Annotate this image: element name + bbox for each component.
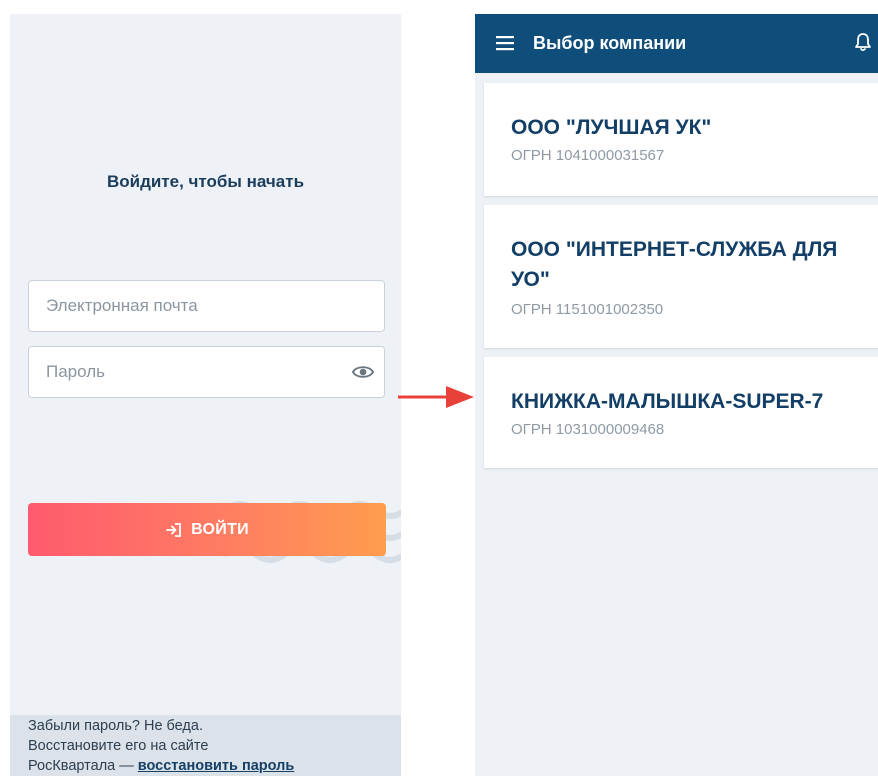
page-title: Выбор компании [533, 33, 687, 53]
login-screen: Войдите, чтобы начать ВОЙТИ Забыли парол… [10, 14, 401, 776]
forgot-line-1: Забыли пароль? Не беда. [28, 718, 203, 734]
company-ogrn: ОГРН 1041000031567 [511, 147, 665, 164]
company-name: КНИЖКА-МАЛЫШКА-SUPER-7 [511, 390, 824, 413]
forgot-line-3-prefix: РосКвартала — [28, 758, 138, 774]
eye-icon[interactable] [352, 362, 374, 382]
forgot-password-notice: Забыли пароль? Не беда. Восстановите его… [10, 715, 401, 776]
company-ogrn: ОГРН 1151001002350 [511, 301, 664, 318]
company-name: ООО "ИНТЕРНЕТ-СЛУЖБА ДЛЯ УО" [511, 238, 838, 291]
login-button[interactable]: ВОЙТИ [28, 503, 386, 556]
forgot-line-3: РосКвартала — восстановить пароль [28, 756, 401, 776]
email-field[interactable] [28, 280, 385, 332]
app-bar: Выбор компании [475, 14, 878, 73]
login-icon [166, 522, 181, 537]
email-input[interactable] [29, 281, 384, 331]
company-selection-screen: Выбор компании ООО "ЛУЧШАЯ УК" ОГРН 1041… [475, 14, 878, 776]
company-name: ООО "ЛУЧШАЯ УК" [511, 116, 712, 139]
company-card[interactable]: КНИЖКА-МАЛЫШКА-SUPER-7 ОГРН 103100000946… [484, 357, 878, 468]
company-ogrn: ОГРН 1031000009468 [511, 421, 665, 438]
company-card[interactable]: ООО "ЛУЧШАЯ УК" ОГРН 1041000031567 [484, 83, 878, 196]
login-title: Войдите, чтобы начать [106, 172, 305, 191]
login-button-label: ВОЙТИ [191, 520, 249, 538]
hamburger-menu-icon[interactable] [496, 35, 514, 51]
company-card[interactable]: ООО "ИНТЕРНЕТ-СЛУЖБА ДЛЯ УО" ОГРН 115100… [484, 205, 878, 348]
password-field[interactable] [28, 346, 385, 398]
bell-icon[interactable] [854, 32, 872, 52]
forgot-line-2: Восстановите его на сайте [28, 738, 209, 754]
password-input[interactable] [29, 347, 384, 397]
arrow-right-icon [398, 386, 474, 408]
restore-password-link[interactable]: восстановить пароль [138, 758, 294, 774]
